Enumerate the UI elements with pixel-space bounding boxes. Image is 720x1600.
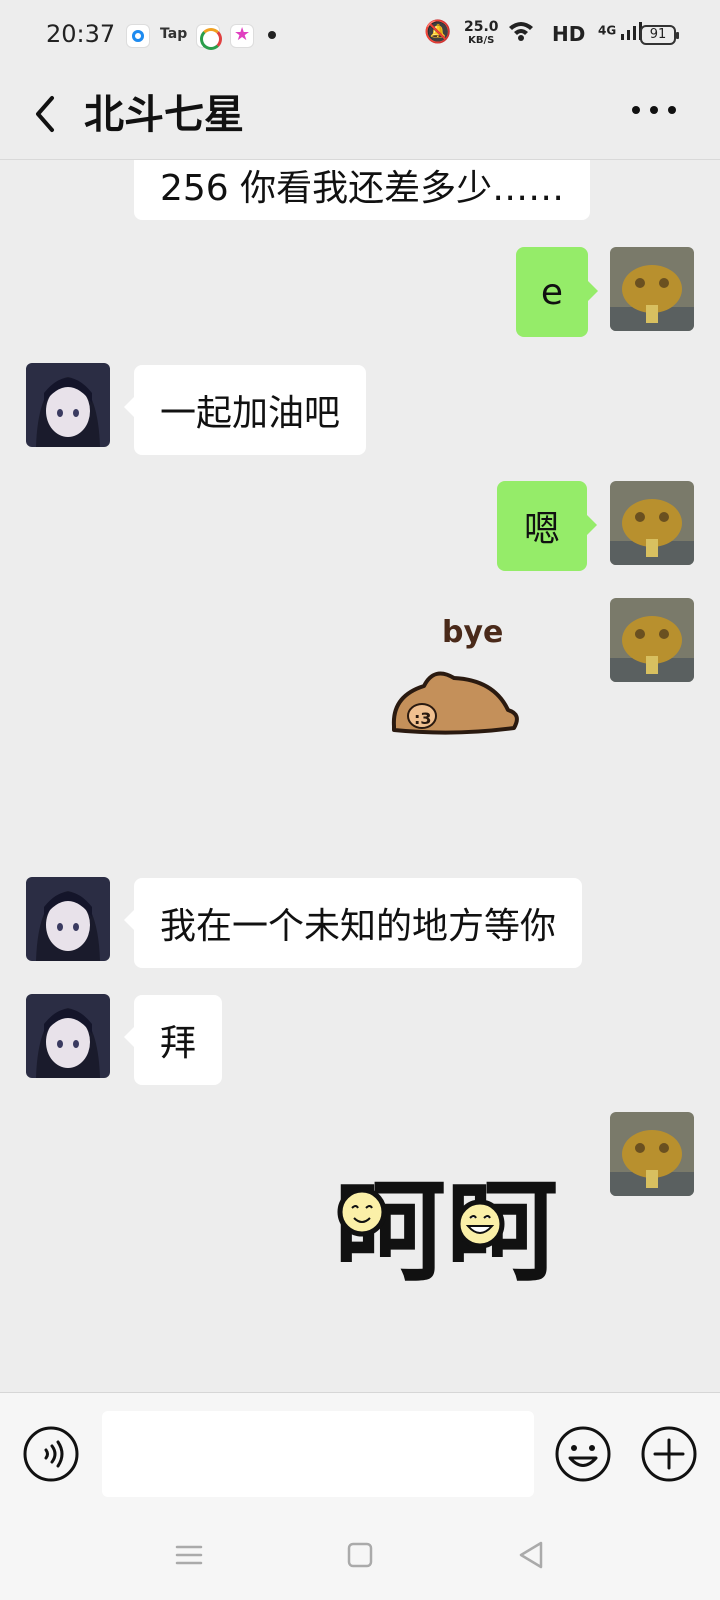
avatar-image bbox=[610, 598, 694, 682]
message-bubble[interactable]: 拜 bbox=[123, 995, 223, 1085]
my-avatar[interactable] bbox=[610, 247, 694, 331]
chat-header: 北斗七星 bbox=[0, 70, 720, 160]
home-button[interactable] bbox=[345, 1540, 375, 1570]
contact-avatar[interactable] bbox=[26, 363, 110, 447]
message-bubble[interactable]: 我在一个未知的地方等你 bbox=[123, 878, 583, 968]
chat-title: 北斗七星 bbox=[84, 92, 244, 138]
message-text: 256 你看我还差多少…… bbox=[160, 168, 565, 209]
status-bar: 20:37 Tap 🔕 25.0 KB/S HD 4G 91 bbox=[0, 0, 720, 70]
message-text: 嗯 bbox=[523, 509, 560, 550]
plus-icon bbox=[641, 1426, 697, 1482]
cellular-signal-icon: 4G bbox=[598, 22, 643, 40]
menu-icon bbox=[175, 1545, 203, 1565]
network-type: 4G bbox=[598, 23, 617, 38]
more-dots-icon bbox=[632, 106, 676, 114]
avatar-image bbox=[26, 363, 110, 447]
square-icon bbox=[347, 1542, 373, 1568]
app-notification-icon bbox=[230, 24, 254, 48]
chevron-left-icon bbox=[36, 96, 54, 132]
message-text: 拜 bbox=[160, 1023, 197, 1064]
emoji-button[interactable] bbox=[554, 1425, 612, 1483]
more-actions-button[interactable] bbox=[640, 1425, 698, 1483]
wifi-icon bbox=[508, 20, 534, 48]
voice-input-button[interactable] bbox=[22, 1425, 80, 1483]
app-notification-icon bbox=[196, 24, 222, 50]
avatar-image bbox=[610, 481, 694, 565]
system-navigation-bar bbox=[0, 1512, 720, 1600]
voice-icon bbox=[23, 1426, 79, 1482]
network-speed: 25.0 KB/S bbox=[464, 19, 499, 47]
bear-sticker-image: bye :3 bbox=[391, 615, 519, 735]
svg-text::3: :3 bbox=[414, 709, 432, 728]
message-bubble[interactable]: 嗯 bbox=[497, 481, 597, 571]
avatar-image bbox=[26, 994, 110, 1078]
network-speed-unit: KB/S bbox=[468, 35, 495, 46]
input-bar bbox=[0, 1392, 720, 1512]
bye-sticker[interactable]: bye :3 bbox=[384, 600, 544, 760]
back-nav-button[interactable] bbox=[516, 1540, 546, 1570]
my-avatar[interactable] bbox=[610, 598, 694, 682]
message-bubble[interactable]: e bbox=[516, 247, 598, 337]
message-input[interactable] bbox=[102, 1411, 534, 1497]
sticker-caption: bye bbox=[442, 615, 503, 650]
message-bubble[interactable]: 一起加油吧 bbox=[123, 365, 367, 455]
contact-avatar[interactable] bbox=[26, 994, 110, 1078]
avatar-image bbox=[610, 247, 694, 331]
hd-voice-indicator: HD bbox=[552, 22, 586, 46]
vibrate-icon: 🔕 bbox=[424, 20, 452, 45]
avatar-image bbox=[610, 1112, 694, 1196]
battery-icon: 91 bbox=[640, 25, 679, 45]
emoji-icon bbox=[555, 1426, 611, 1482]
network-speed-value: 25.0 bbox=[464, 19, 499, 35]
hehe-sticker[interactable]: 呵呵 bbox=[334, 1160, 584, 1300]
tap-app-icon: Tap bbox=[160, 26, 188, 42]
app-notification-icon bbox=[126, 24, 150, 48]
my-avatar[interactable] bbox=[610, 1112, 694, 1196]
more-notifications-icon bbox=[268, 31, 276, 39]
message-text: 一起加油吧 bbox=[160, 393, 341, 434]
avatar-image bbox=[26, 877, 110, 961]
status-time: 20:37 bbox=[46, 20, 116, 48]
message-text: 我在一个未知的地方等你 bbox=[160, 906, 557, 947]
message-list[interactable]: 256 你看我还差多少…… e 一起加油吧 嗯 bye :3 我在一个未知的地方… bbox=[0, 160, 720, 1392]
my-avatar[interactable] bbox=[610, 481, 694, 565]
triangle-back-icon bbox=[519, 1541, 543, 1569]
contact-avatar[interactable] bbox=[26, 877, 110, 961]
message-text: e bbox=[540, 271, 564, 313]
recent-apps-button[interactable] bbox=[174, 1540, 204, 1570]
more-button[interactable] bbox=[630, 90, 680, 130]
hehe-sticker-image: 呵呵 bbox=[334, 1167, 558, 1297]
message-bubble[interactable]: 256 你看我还差多少…… bbox=[134, 160, 591, 220]
back-button[interactable] bbox=[26, 86, 66, 142]
